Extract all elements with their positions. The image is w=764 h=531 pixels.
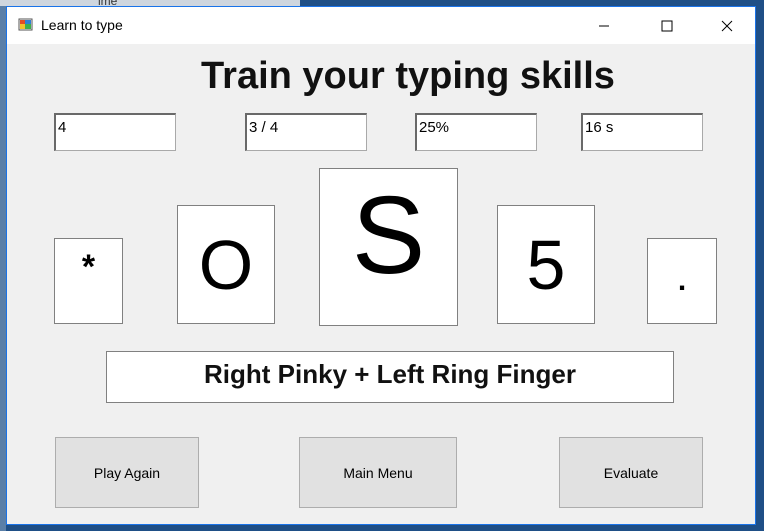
minimize-icon	[599, 25, 609, 26]
key-far-right: .	[647, 238, 717, 324]
maximize-icon	[661, 20, 673, 31]
app-icon	[18, 17, 34, 33]
key-right: 5	[497, 205, 595, 324]
stat-field-1[interactable]: 4	[54, 113, 176, 151]
page-heading: Train your typing skills	[201, 55, 615, 97]
key-far-left: *	[54, 238, 123, 324]
stat-field-3[interactable]: 25%	[415, 113, 537, 151]
key-left: O	[177, 205, 275, 324]
evaluate-button[interactable]: Evaluate	[559, 437, 703, 508]
window-title: Learn to type	[41, 17, 123, 33]
app-window: Learn to type Train your typing skills 4…	[6, 6, 756, 525]
close-icon	[721, 20, 733, 31]
title-bar[interactable]: Learn to type	[7, 7, 755, 44]
key-current: S	[319, 168, 458, 326]
main-menu-button[interactable]: Main Menu	[299, 437, 457, 508]
play-again-button[interactable]: Play Again	[55, 437, 199, 508]
maximize-button[interactable]	[644, 7, 690, 44]
minimize-button[interactable]	[581, 7, 627, 44]
stat-field-4[interactable]: 16 s	[581, 113, 703, 151]
finger-hint: Right Pinky + Left Ring Finger	[106, 351, 674, 403]
close-button[interactable]	[704, 7, 750, 44]
stat-field-2[interactable]: 3 / 4	[245, 113, 367, 151]
